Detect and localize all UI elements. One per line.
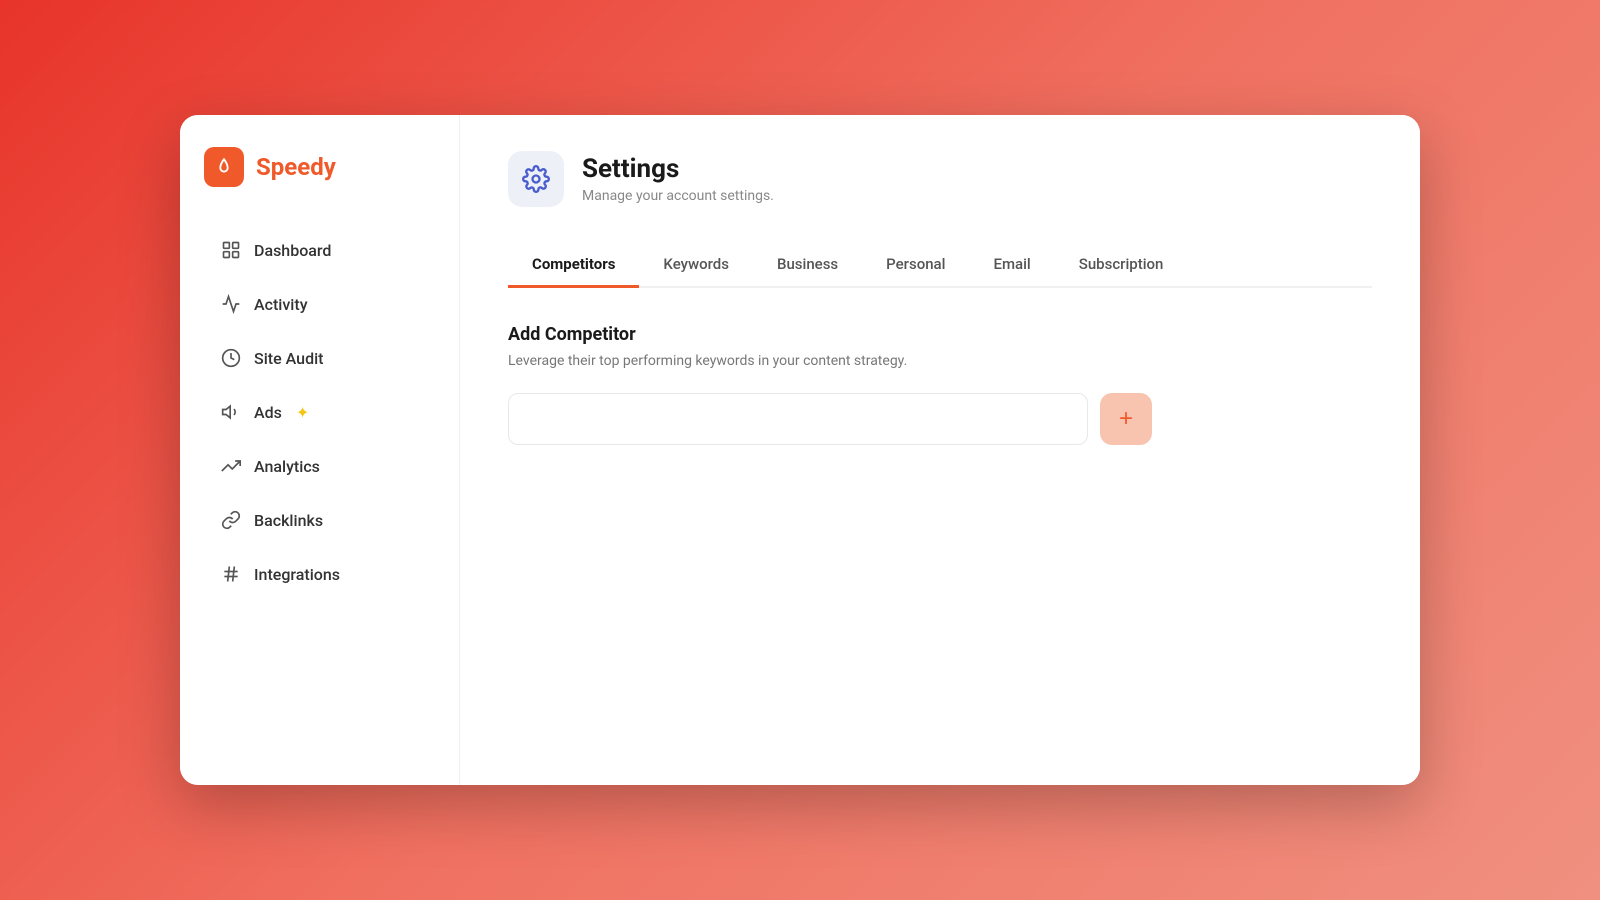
dashboard-icon <box>220 239 242 261</box>
tabs-bar: Competitors Keywords Business Personal E… <box>508 243 1372 288</box>
sidebar-item-label: Integrations <box>254 565 340 584</box>
integrations-icon <box>220 563 242 585</box>
site-audit-icon <box>220 347 242 369</box>
tab-competitors[interactable]: Competitors <box>508 243 639 288</box>
add-competitor-button[interactable]: + <box>1100 393 1152 445</box>
analytics-icon <box>220 455 242 477</box>
page-header: Settings Manage your account settings. <box>508 151 1372 207</box>
tab-subscription[interactable]: Subscription <box>1055 243 1188 288</box>
logo-icon <box>204 147 244 187</box>
tab-business[interactable]: Business <box>753 243 862 288</box>
sidebar-item-ads[interactable]: Ads ✦ <box>204 389 435 435</box>
competitors-section: Add Competitor Leverage their top perfor… <box>508 324 1372 445</box>
sidebar-item-activity[interactable]: Activity <box>204 281 435 327</box>
competitor-input[interactable] <box>508 393 1088 445</box>
section-title: Add Competitor <box>508 324 1372 345</box>
sidebar-item-dashboard[interactable]: Dashboard <box>204 227 435 273</box>
activity-icon <box>220 293 242 315</box>
sidebar-item-label: Backlinks <box>254 511 323 530</box>
main-content: Settings Manage your account settings. C… <box>460 115 1420 785</box>
section-description: Leverage their top performing keywords i… <box>508 353 1372 369</box>
page-header-text: Settings Manage your account settings. <box>582 154 774 203</box>
sidebar-item-label: Dashboard <box>254 241 331 260</box>
settings-icon-bg <box>508 151 564 207</box>
page-subtitle: Manage your account settings. <box>582 188 774 204</box>
sidebar-item-site-audit[interactable]: Site Audit <box>204 335 435 381</box>
sidebar-item-analytics[interactable]: Analytics <box>204 443 435 489</box>
sidebar-item-label: Ads <box>254 403 282 422</box>
sidebar-item-label: Activity <box>254 295 308 314</box>
backlinks-icon <box>220 509 242 531</box>
logo-area: Speedy <box>204 147 435 187</box>
tab-keywords[interactable]: Keywords <box>639 243 753 288</box>
sidebar-item-backlinks[interactable]: Backlinks <box>204 497 435 543</box>
ads-icon <box>220 401 242 423</box>
sidebar-item-label: Site Audit <box>254 349 323 368</box>
logo-text: Speedy <box>256 153 336 181</box>
sidebar-item-integrations[interactable]: Integrations <box>204 551 435 597</box>
tab-email[interactable]: Email <box>969 243 1054 288</box>
ads-star-badge: ✦ <box>296 403 309 422</box>
sidebar-item-label: Analytics <box>254 457 320 476</box>
add-icon: + <box>1119 405 1133 433</box>
tab-personal[interactable]: Personal <box>862 243 969 288</box>
page-title: Settings <box>582 154 774 185</box>
app-window: Speedy Dashboard Activity <box>180 115 1420 785</box>
competitor-input-row: + <box>508 393 1372 445</box>
sidebar: Speedy Dashboard Activity <box>180 115 460 785</box>
